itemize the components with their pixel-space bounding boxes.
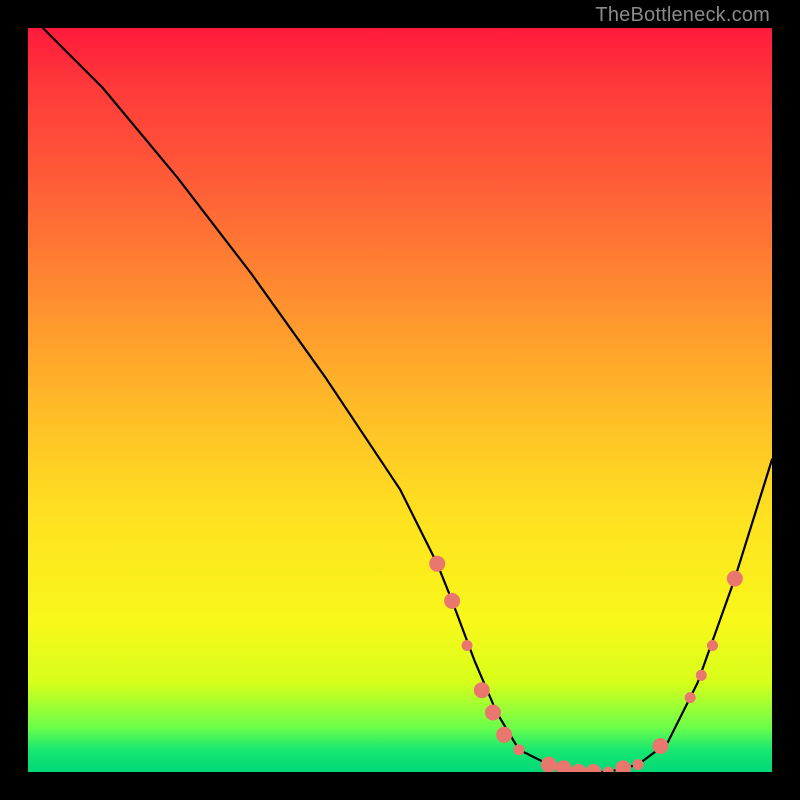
attribution-text: TheBottleneck.com [595,4,770,27]
curve-marker [485,705,501,721]
curve-marker [603,767,614,773]
curve-marker [444,593,460,609]
bottleneck-curve [43,28,772,772]
curve-marker [633,759,644,770]
curve-marker [707,640,718,651]
chart-frame: TheBottleneck.com [0,0,800,800]
curve-marker [496,727,512,743]
curve-marker [685,692,696,703]
chart-svg [28,28,772,772]
plot-area [28,28,772,772]
curve-marker [541,757,557,772]
curve-marker [429,556,445,572]
curve-marker [585,764,601,772]
curve-marker [514,744,525,755]
curve-marker [615,760,631,772]
curve-marker [696,670,707,681]
curve-marker [571,764,587,772]
curve-marker [474,682,490,698]
curve-marker [462,640,473,651]
curve-marker [652,738,668,754]
curve-marker [556,760,572,772]
curve-marker [727,571,743,587]
